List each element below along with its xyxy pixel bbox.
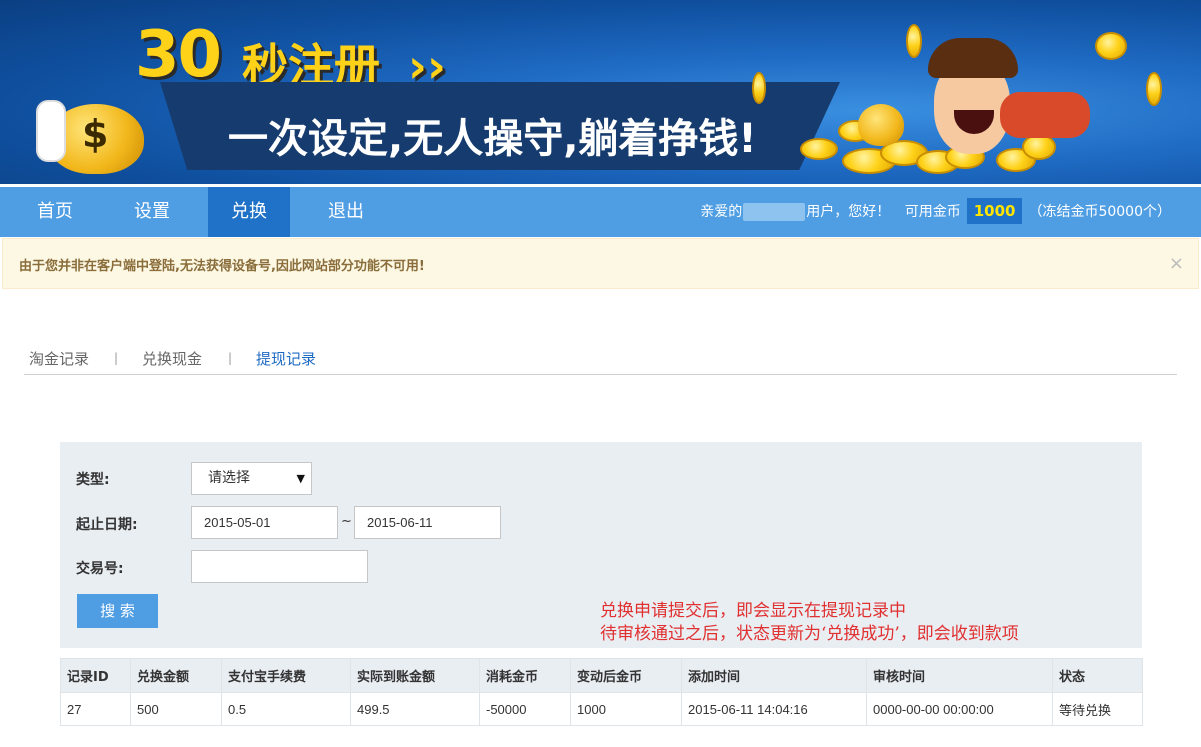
available-gold-label: 可用金币	[904, 204, 961, 220]
column-header: 变动后金币	[570, 658, 682, 693]
column-header: 实际到账金额	[350, 658, 480, 693]
tab-separator: |	[228, 351, 233, 365]
end-date-input[interactable]: 2015-06-11	[354, 506, 501, 539]
column-header: 审核时间	[866, 658, 1053, 693]
coin-icon	[1146, 72, 1162, 106]
user-info: 亲爱的 用户，您好！ 可用金币 1000 （冻结金币50000个）	[700, 187, 1171, 237]
warning-alert: 由于您并非在客户端中登陆,无法获得设备号,因此网站部分功能不可用! ×	[2, 238, 1199, 289]
greeting-suffix: 用户，您好！	[806, 204, 891, 220]
money-bag-hand	[36, 100, 66, 162]
dropdown-arrow-icon: ▼	[296, 472, 305, 485]
column-header: 兑换金额	[130, 658, 222, 693]
record-tabs: 淘金记录 | 兑换现金 | 提现记录	[24, 348, 1177, 375]
close-icon[interactable]: ×	[1169, 253, 1184, 274]
withdraw-records-table: 记录ID 兑换金额 支付宝手续费 实际到账金额 消耗金币 变动后金币 添加时间 …	[60, 658, 1143, 726]
table-cell: 499.5	[350, 692, 480, 726]
type-label: 类型:	[76, 472, 110, 488]
type-select-value: 请选择	[208, 470, 250, 486]
table-cell: 500	[130, 692, 222, 726]
tab-gold-records[interactable]: 淘金记录	[29, 348, 89, 369]
table-header-row: 记录ID 兑换金额 支付宝手续费 实际到账金额 消耗金币 变动后金币 添加时间 …	[60, 658, 1143, 693]
frozen-gold-text: （冻结金币50000个）	[1028, 204, 1171, 220]
table-cell: 1000	[570, 692, 682, 726]
masked-username	[743, 203, 806, 221]
column-header: 消耗金币	[479, 658, 571, 693]
tab-exchange-cash[interactable]: 兑换现金	[142, 348, 202, 369]
nav-item-home[interactable]: 首页	[14, 187, 96, 237]
column-header: 记录ID	[60, 658, 131, 693]
type-select[interactable]: 请选择 ▼	[191, 462, 312, 495]
top-nav: 首页 设置 兑换 退出 亲爱的 用户，您好！ 可用金币 1000 （冻结金币50000…	[0, 187, 1201, 237]
txn-label: 交易号:	[76, 561, 124, 577]
note-line-2: 待审核通过之后，状态更新为‘兑换成功’，即会收到款项	[600, 624, 1019, 644]
table-cell: 等待兑换	[1052, 692, 1143, 726]
cartoon-body	[1000, 92, 1090, 138]
coin-icon	[800, 138, 838, 160]
table-cell: 27	[60, 692, 131, 726]
nav-item-settings[interactable]: 设置	[111, 187, 193, 237]
tab-withdraw-records[interactable]: 提现记录	[256, 348, 316, 369]
table-cell: 2015-06-11 14:04:16	[681, 692, 867, 726]
cartoon-hair	[928, 38, 1018, 78]
column-header: 添加时间	[681, 658, 867, 693]
start-date-input[interactable]: 2015-05-01	[191, 506, 338, 539]
table-row: 27 500 0.5 499.5 -50000 1000 2015-06-11 …	[60, 692, 1143, 726]
banner: $ 30 秒注册 ›› 一次设定,无人操守,躺着挣钱!	[0, 0, 1201, 184]
available-gold-value: 1000	[966, 198, 1023, 224]
filter-panel: 类型: 请选择 ▼ 起止日期: 2015-05-01 ~ 2015-06-11 …	[60, 442, 1142, 648]
nav-item-logout[interactable]: 退出	[305, 187, 387, 237]
date-range-label: 起止日期:	[76, 517, 138, 533]
table-cell: 0000-00-00 00:00:00	[866, 692, 1053, 726]
money-bag-icon	[858, 104, 904, 146]
coin-icon	[752, 72, 766, 104]
alert-message: 由于您并非在客户端中登陆,无法获得设备号,因此网站部分功能不可用!	[19, 259, 425, 274]
date-separator: ~	[341, 514, 352, 529]
greeting-prefix: 亲爱的	[700, 204, 743, 220]
note-line-1: 兑换申请提交后，即会显示在提现记录中	[600, 601, 906, 621]
txn-input[interactable]	[191, 550, 368, 583]
column-header: 支付宝手续费	[221, 658, 351, 693]
coin-icon	[1095, 32, 1127, 60]
money-bag-symbol: $	[82, 112, 109, 156]
banner-slogan: 一次设定,无人操守,躺着挣钱!	[228, 116, 757, 162]
search-button[interactable]: 搜 索	[77, 594, 158, 628]
table-cell: 0.5	[221, 692, 351, 726]
nav-item-exchange[interactable]: 兑换	[208, 187, 290, 237]
coin-icon	[906, 24, 922, 58]
column-header: 状态	[1052, 658, 1143, 693]
table-cell: -50000	[479, 692, 571, 726]
banner-headline-number: 30	[135, 18, 222, 92]
tab-separator: |	[114, 351, 119, 365]
